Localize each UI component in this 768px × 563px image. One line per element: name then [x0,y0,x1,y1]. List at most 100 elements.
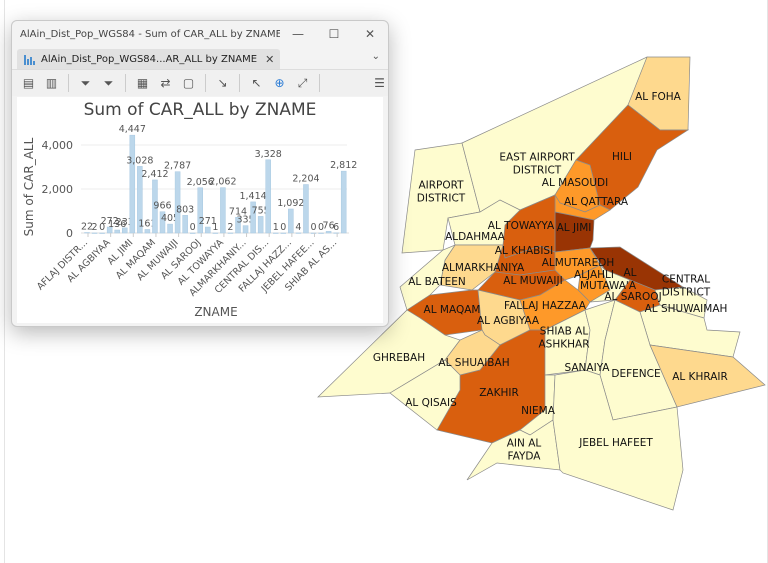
properties-icon[interactable]: ▤ [20,75,37,92]
bar[interactable] [340,170,347,234]
bar[interactable] [167,223,173,234]
data-label: 2 [92,222,98,233]
bar[interactable] [325,231,332,234]
district-label: ALMUTAREDH [542,257,614,269]
bar[interactable] [114,229,120,234]
bar[interactable] [129,134,136,234]
close-button[interactable]: ✕ [352,27,388,41]
y-tick-label: 4,000 [42,139,74,152]
bar[interactable] [227,232,234,234]
bar[interactable] [91,232,98,234]
clear-selection-icon[interactable]: ▢ [180,75,197,92]
chart-area: Sum of CAR_ALL by ZNAME 0 2,000 4,000 22 2 0 27… [17,97,383,323]
y-axis-label: Sum of CAR_ALL [22,137,36,236]
minimize-button[interactable]: — [280,27,316,41]
data-label: 1,414 [239,191,266,202]
bar[interactable] [144,229,151,234]
district-label: AIN AL [507,438,542,450]
bar[interactable] [174,171,181,234]
district-label: CENTRAL [662,274,710,286]
bar[interactable] [265,159,271,234]
district-label: AL MAQAM [424,304,481,316]
district-label: ASHKHAR [538,339,589,351]
bar[interactable] [205,226,211,234]
data-label: 4 [295,222,301,233]
close-tab-icon[interactable]: ✕ [265,53,274,66]
zoom-in-icon[interactable]: ⊕ [271,75,288,92]
bar[interactable] [84,232,90,234]
bar[interactable] [295,232,302,234]
bar[interactable] [212,232,219,234]
title-bar[interactable]: AlAin_Dist_Pop_WGS84 - Sum of CAR_ALL by… [12,21,388,47]
chevron-down-icon[interactable]: ⌄ [372,51,380,62]
district-label: SHIAB AL [540,326,589,338]
bar-chart-icon [24,55,35,65]
district-label: AL KHABISI [495,245,553,257]
bar[interactable] [122,227,128,234]
data-label: 966 [153,201,171,212]
district-label: SANAIYA [565,362,611,374]
x-axis-label: ZNAME [194,305,237,319]
district-label: DISTRICT [662,287,711,299]
chart-title: Sum of CAR_ALL by ZNAME [84,100,317,120]
bar[interactable] [189,232,196,234]
list-icon[interactable]: ☰ [371,75,388,92]
bar[interactable] [220,187,226,234]
chart-window[interactable]: AlAin_Dist_Pop_WGS84 - Sum of CAR_ALL by… [11,20,389,327]
bar[interactable] [99,232,105,234]
district-label: AL AGBIYAA [477,315,540,327]
district-label: GHREBAH [373,352,425,364]
district-label: AL SHUWAIMAH [645,303,728,315]
bar[interactable] [310,232,317,234]
data-label: 2,062 [209,177,236,188]
district-label: DISTRICT [513,165,562,177]
bar[interactable] [333,232,339,234]
bar[interactable] [273,232,279,234]
district-label: JEBEL HAFEET [578,437,653,449]
data-label: 4,447 [119,124,146,135]
bar[interactable] [257,216,264,234]
bar[interactable] [318,232,324,234]
district-label: FAYDA [508,451,542,463]
bar[interactable] [242,225,249,234]
chart-type-icon[interactable]: ▥ [43,75,60,92]
full-extent-icon[interactable]: ⤢ [294,75,311,92]
district-label: HILI [612,151,632,163]
tab-chart[interactable]: AlAin_Dist_Pop_WGS84...AR_ALL by ZNAME ✕ [17,49,281,69]
filter-extent-icon[interactable]: ⏷ [77,75,94,92]
filter-selection-icon[interactable]: ⏷ [100,75,117,92]
district-label: AL QISAIS [405,397,457,409]
data-label: 0 [280,222,286,233]
tab-label: AlAin_Dist_Pop_WGS84...AR_ALL by ZNAME [41,53,258,65]
district-label: ZAKHIR [479,387,519,399]
select-tool-icon[interactable]: ↖ [248,75,265,92]
export-icon[interactable]: ↘ [214,75,231,92]
district-label: AL FOHA [635,91,682,103]
district-label: AIRPORT [418,180,464,192]
data-label: 803 [176,204,194,215]
district-label: EAST AIRPORT [499,152,575,164]
bar[interactable] [280,232,287,234]
bar[interactable] [182,215,188,234]
data-label: 0 [190,222,196,233]
district-label: AL BATEEN [408,276,465,288]
district-label: DISTRICT [417,193,466,205]
data-label: 3,328 [255,149,282,160]
toolbar-separator [319,74,320,92]
district-label: AL MUWAIJI [503,275,562,287]
bar[interactable] [288,208,294,234]
table-icon[interactable]: ▦ [134,75,151,92]
bar-chart[interactable]: Sum of CAR_ALL by ZNAME02,0004,000222 027… [17,97,383,323]
bar[interactable] [303,184,309,234]
data-label: 1 [273,222,279,233]
maximize-button[interactable]: ☐ [316,27,352,41]
data-label: 2,204 [292,174,319,185]
y-tick-label: 0 [66,227,73,240]
data-label: 1 [212,222,218,233]
district-label: AL [623,267,636,279]
data-label: 0 [310,222,316,233]
district-label: NIEMA [521,405,556,417]
switch-selection-icon[interactable]: ⇄ [157,75,174,92]
data-label: 2,812 [330,160,357,171]
y-tick-label: 2,000 [42,183,74,196]
